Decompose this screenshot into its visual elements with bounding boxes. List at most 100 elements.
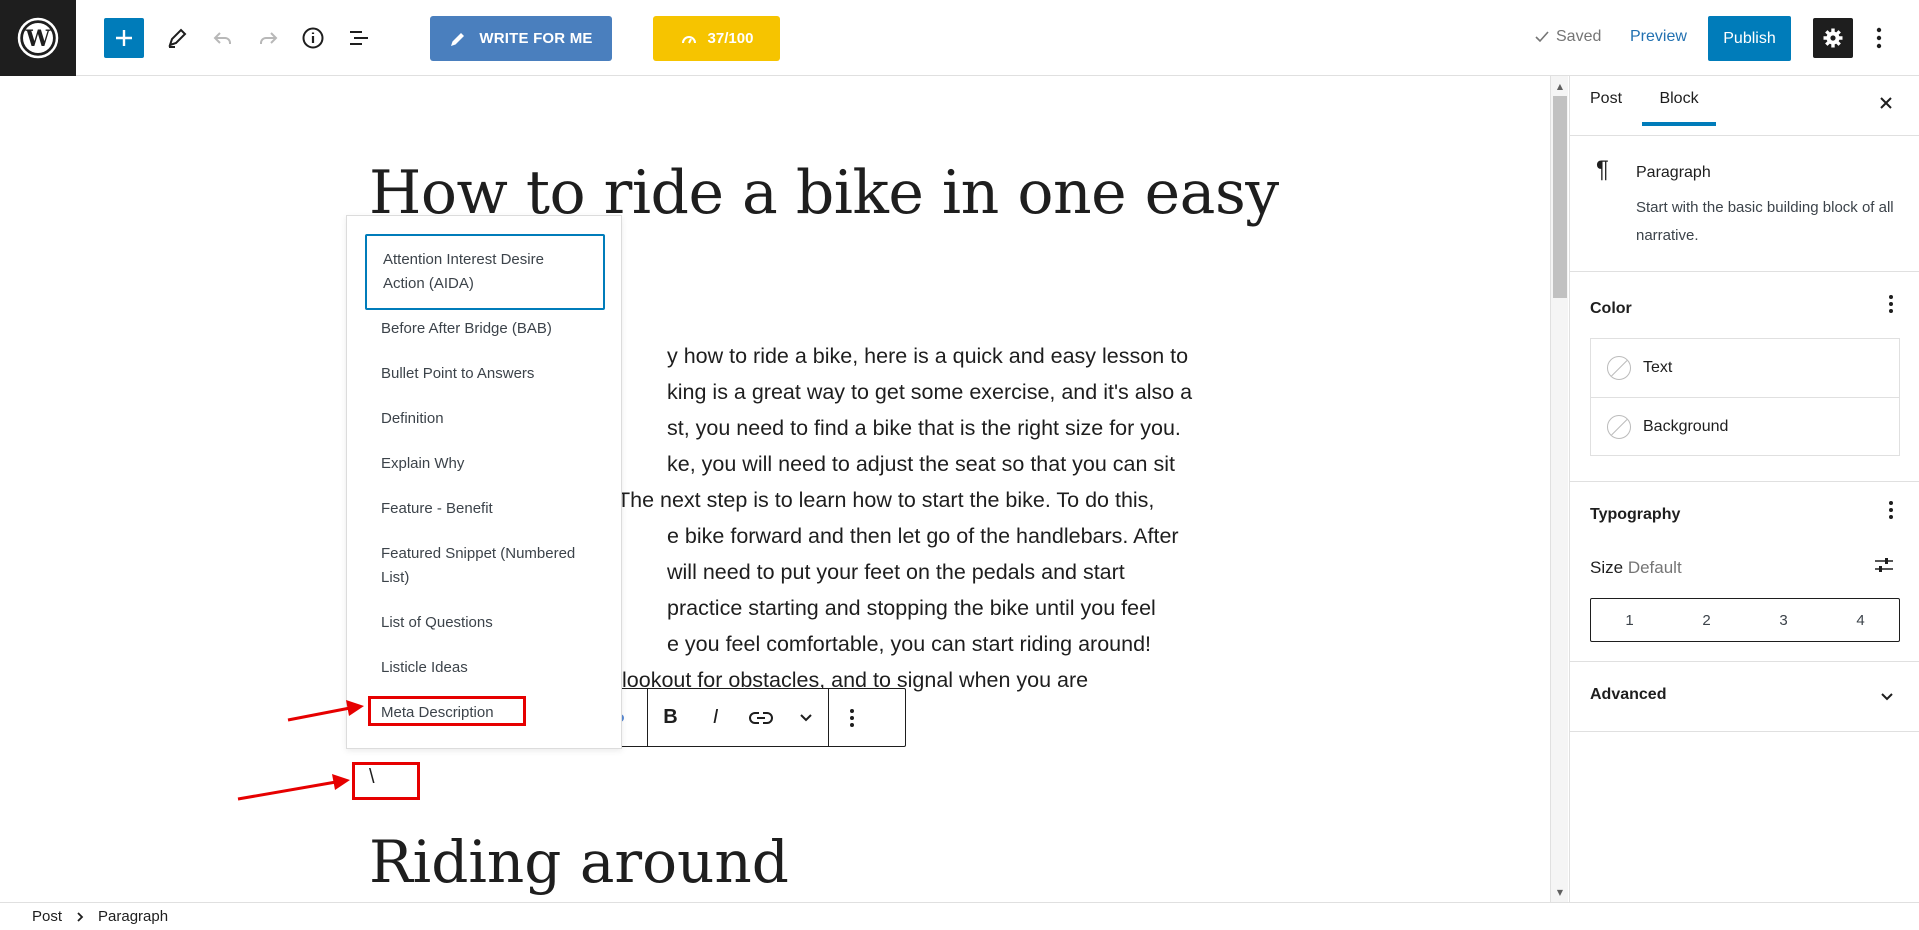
list-view-icon (350, 31, 368, 45)
seo-score-label: 37/100 (707, 30, 754, 47)
canvas-scrollbar[interactable]: ▲ ▼ (1550, 76, 1568, 902)
more-formatting-button[interactable] (783, 689, 828, 746)
preview-button[interactable]: Preview (1630, 28, 1687, 46)
italic-button[interactable]: I (693, 689, 738, 746)
breadcrumb: Post Paragraph (0, 902, 1919, 930)
redo-button[interactable] (248, 18, 288, 58)
publish-button[interactable]: Publish (1708, 16, 1791, 61)
advanced-panel-title: Advanced (1590, 686, 1667, 703)
bold-button[interactable]: B (648, 689, 693, 746)
undo-button[interactable] (203, 18, 243, 58)
typography-panel: Typography Size Default 1 2 3 4 (1570, 482, 1919, 662)
advanced-toggle[interactable] (1880, 686, 1894, 707)
block-card: ¶ Paragraph Start with the basic buildin… (1570, 136, 1919, 272)
settings-sidebar: Post Block ¶ Paragraph Start with the ba… (1569, 76, 1919, 902)
block-toolbar: B I (600, 688, 906, 747)
kebab-icon (849, 708, 854, 727)
menu-item-list-of-questions[interactable]: List of Questions (365, 603, 605, 643)
background-color-option[interactable]: Background (1591, 397, 1899, 455)
block-options-button[interactable] (829, 689, 874, 746)
options-group (829, 689, 874, 746)
menu-item-listicle-ideas[interactable]: Listicle Ideas (365, 648, 605, 688)
menu-item-feature-benefit[interactable]: Feature - Benefit (365, 489, 605, 529)
pencil-icon (451, 32, 465, 46)
undo-icon (213, 32, 231, 44)
custom-size-button[interactable] (1874, 556, 1894, 579)
color-options: Text Background (1590, 338, 1900, 456)
scroll-down-arrow[interactable]: ▼ (1551, 884, 1569, 900)
redo-icon (260, 32, 278, 44)
size-option-1[interactable]: 1 (1591, 599, 1668, 641)
options-button[interactable] (1864, 18, 1894, 58)
wordpress-logo[interactable]: W (0, 0, 76, 76)
color-panel: Color Text Background (1570, 272, 1919, 482)
kebab-icon (1876, 27, 1882, 49)
plus-icon (116, 30, 132, 46)
check-icon (1535, 31, 1549, 43)
typography-options-button[interactable] (1888, 500, 1894, 526)
list-view-button[interactable] (339, 18, 379, 58)
menu-item-explain-why[interactable]: Explain Why (365, 444, 605, 484)
heading-block[interactable]: Riding around (369, 828, 789, 896)
close-sidebar-button[interactable] (1878, 94, 1894, 117)
svg-text:W: W (25, 26, 51, 52)
add-block-button[interactable] (104, 18, 144, 58)
text-color-option[interactable]: Text (1591, 339, 1899, 397)
gear-icon (1823, 28, 1843, 48)
block-name: Paragraph (1636, 164, 1711, 181)
editor-toolbar: W WRITE FOR ME 37/100 Saved Preview Publ… (0, 0, 1919, 76)
link-icon (748, 711, 773, 724)
menu-item-bab[interactable]: Before After Bridge (BAB) (365, 309, 605, 349)
ai-template-menu: Attention Interest Desire Action (AIDA) … (346, 215, 622, 749)
info-icon (302, 27, 324, 49)
chevron-down-icon (799, 713, 812, 721)
size-value: Default (1627, 558, 1682, 577)
highlight-box (352, 762, 420, 800)
empty-swatch-icon (1607, 356, 1631, 380)
pilcrow-icon: ¶ (1596, 156, 1609, 183)
write-for-me-label: WRITE FOR ME (479, 30, 593, 47)
scroll-up-arrow[interactable]: ▲ (1551, 78, 1569, 94)
menu-item-definition[interactable]: Definition (365, 399, 605, 439)
advanced-panel[interactable]: Advanced (1570, 662, 1919, 732)
saved-label: Saved (1556, 28, 1602, 45)
breadcrumb-paragraph[interactable]: Paragraph (98, 908, 168, 925)
empty-swatch-icon (1607, 414, 1631, 439)
saved-status: Saved (1534, 28, 1601, 46)
seo-score-button[interactable]: 37/100 (653, 16, 780, 61)
typography-panel-title: Typography (1590, 506, 1681, 523)
scroll-thumb[interactable] (1553, 96, 1567, 298)
editor-canvas: How to ride a bike in one easy y how to … (0, 76, 1550, 902)
settings-button[interactable] (1813, 18, 1853, 58)
size-label: Size (1590, 558, 1624, 577)
pencil-icon (168, 28, 187, 48)
chevron-down-icon (1881, 693, 1893, 701)
gauge-icon (681, 35, 696, 43)
chevron-right-icon (77, 911, 84, 922)
block-description: Start with the basic building block of a… (1636, 199, 1894, 244)
write-for-me-button[interactable]: WRITE FOR ME (430, 16, 612, 61)
size-option-3[interactable]: 3 (1745, 599, 1822, 641)
tools-button[interactable] (157, 18, 197, 58)
sidebar-tabs: Post Block (1570, 76, 1919, 136)
tab-post[interactable]: Post (1590, 90, 1622, 108)
color-options-button[interactable] (1888, 294, 1894, 320)
size-option-4[interactable]: 4 (1822, 599, 1899, 641)
menu-item-bullet-points[interactable]: Bullet Point to Answers (365, 354, 605, 394)
close-icon (1880, 97, 1892, 109)
color-panel-title: Color (1590, 300, 1632, 317)
size-option-2[interactable]: 2 (1668, 599, 1745, 641)
details-button[interactable] (293, 18, 333, 58)
font-size-picker: 1 2 3 4 (1590, 598, 1900, 642)
menu-item-aida[interactable]: Attention Interest Desire Action (AIDA) (365, 234, 605, 310)
breadcrumb-post[interactable]: Post (32, 908, 62, 925)
sliders-icon (1875, 558, 1893, 572)
link-button[interactable] (738, 689, 783, 746)
font-size-label-row: Size Default (1590, 558, 1682, 578)
highlight-box (368, 696, 526, 726)
kebab-icon (1889, 501, 1893, 519)
kebab-icon (1889, 295, 1893, 313)
tab-block[interactable]: Block (1642, 90, 1716, 126)
menu-item-featured-snippet[interactable]: Featured Snippet (Numbered List) (365, 534, 605, 598)
background-color-label: Background (1643, 417, 1729, 435)
